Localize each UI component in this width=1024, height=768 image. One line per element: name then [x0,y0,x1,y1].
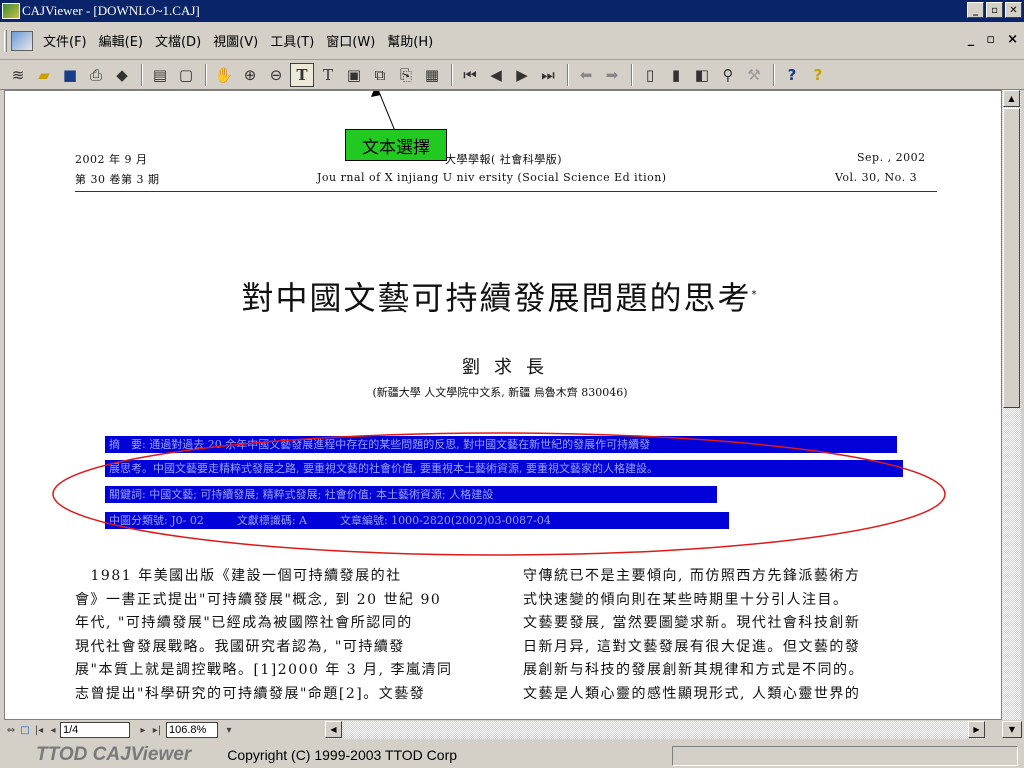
scroll-left-button[interactable]: ◀ [325,721,342,738]
toolbar: ≋ ▰ ■ ⎙ ◆ ▤ ▢ ✋ ⊕ ⊖ T T ▣ ⧉ ⎘ ▦ ⏮ ◀ ▶ ⏭ … [0,60,1024,90]
next-page-icon[interactable]: ▸ [136,725,150,736]
body-line: 展"本質上就是調控戰略。[1]2000 年 3 月, 李嵐清同 [75,662,453,678]
close-button[interactable]: ✕ [1005,2,1022,18]
body-column-right: 守傳統已不是主要傾向, 而仿照西方先鋒派藝術方 式快速變的傾向則在某些時期里十分… [523,565,864,706]
page-number-field[interactable]: 1/4 [60,722,130,738]
toolbar-separator [205,63,207,86]
status-panel [672,746,1018,766]
hand-icon[interactable]: ✋ [212,63,236,87]
vertical-scroll-thumb[interactable] [1003,108,1020,408]
print-icon[interactable]: ⎙ [84,63,108,87]
toolbar-separator [773,63,775,86]
body-line: 文藝要發展, 當然要圖變求新。現代社會科技創新 [523,615,861,631]
doc-close-button[interactable]: × [1007,32,1018,47]
zoom-field[interactable]: 106.8% [166,722,218,738]
doc-minimize-button[interactable]: _ [968,32,975,47]
body-column-left: 1981 年美國出版《建設一個可持續發展的社 會》一書正式提出"可持續發展"概念… [75,565,453,706]
last-page-icon[interactable]: ⏭ [536,63,560,87]
copy-icon[interactable]: ⧉ [368,63,392,87]
properties-icon[interactable]: ▦ [420,63,444,87]
first-page-icon[interactable]: ⏮ [458,63,482,87]
toc-icon[interactable]: ▤ [148,63,172,87]
tools-icon[interactable]: ⚒ [742,63,766,87]
menu-bar: 文件(F) 編輯(E) 文檔(D) 視圖(V) 工具(T) 窗口(W) 幫助(H… [0,22,1024,60]
menu-grip [4,29,7,52]
image-select-icon[interactable]: ▣ [342,63,366,87]
document-viewport[interactable]: 2002 年 9 月 第 30 卷第 3 期 大學學報( 社會科學版) Jou … [4,90,1002,720]
menu-document[interactable]: 文檔(D) [149,31,207,50]
horizontal-scrollbar[interactable]: ◀ ▶ [325,721,985,739]
save-icon[interactable]: ■ [58,63,82,87]
open-icon[interactable]: ▰ [32,63,56,87]
page-view-icon[interactable]: □ [18,725,32,736]
body-line: 守傳統已不是主要傾向, 而仿照西方先鋒派藝術方 [523,568,861,584]
snapshot-icon[interactable]: ⎘ [394,63,418,87]
context-help-icon[interactable]: ? [806,63,830,87]
send-icon[interactable]: ◆ [110,63,134,87]
zoom-dropdown-icon[interactable]: ▾ [222,725,236,736]
document-icon[interactable] [11,30,33,51]
scroll-up-button[interactable]: ▲ [1003,90,1020,107]
find-icon[interactable]: ⚲ [716,63,740,87]
facing-page-icon[interactable]: ◧ [690,63,714,87]
zoom-in-icon[interactable]: ⊕ [238,63,262,87]
brand-label: TTOD CAJViewer [36,744,192,765]
single-page-icon[interactable]: ▯ [638,63,662,87]
vertical-scrollbar[interactable]: ▲ [1002,90,1021,720]
menu-help[interactable]: 幫助(H) [381,31,439,50]
menu-file[interactable]: 文件(F) [37,31,93,50]
menu-view[interactable]: 視圖(V) [207,31,264,50]
toolbar-separator [141,63,143,86]
menu-window[interactable]: 窗口(W) [320,31,381,50]
text-select-tooltip: 文本選擇 [345,129,447,161]
window-title: CAJViewer - [DOWNLO~1.CAJ] [22,3,200,18]
body-line: 現代社會發展戰略。我國研究者認為, "可持續發 [75,638,405,655]
scroll-right-button[interactable]: ▶ [968,721,985,738]
minimize-button[interactable]: _ [967,2,984,18]
text-select-icon[interactable]: T [290,62,314,87]
first-page-icon[interactable]: |◂ [32,725,46,736]
toolbar-separator [631,63,633,86]
forward-icon[interactable]: ➡ [600,63,624,87]
help-icon[interactable]: ? [780,63,804,87]
cajviewer-window: CAJViewer - [DOWNLO~1.CAJ] _ ▫ ✕ 文件(F) 編… [0,0,1024,768]
back-icon[interactable]: ⬅ [574,63,598,87]
title-bar[interactable]: CAJViewer - [DOWNLO~1.CAJ] _ ▫ ✕ [0,0,1024,22]
body-line: 式快速變的傾向則在某些時期里十分引人注目。 [523,591,849,608]
body-line: 日新月异, 這對文藝發展有很大促進。但文藝的發 [523,638,861,655]
toolbar-separator [567,63,569,86]
body-line: 年代, "可持續發展"已經成為被國際社會所認同的 [75,615,413,631]
doc-restore-button[interactable]: ▫ [986,32,995,47]
document-page: 2002 年 9 月 第 30 卷第 3 期 大學學報( 社會科學版) Jou … [5,91,1001,719]
continuous-page-icon[interactable]: ▮ [664,63,688,87]
split-icon[interactable]: ⇔ [4,725,18,736]
body-line: 1981 年美國出版《建設一個可持續發展的社 [75,568,402,584]
prev-page-icon[interactable]: ◀ [484,63,508,87]
copyright-text: Copyright (C) 1999-2003 TTOD Corp [227,747,458,763]
fullscreen-icon[interactable]: ▢ [174,63,198,87]
zoom-out-icon[interactable]: ⊖ [264,63,288,87]
maximize-button[interactable]: ▫ [986,2,1003,18]
menu-edit[interactable]: 編輯(E) [93,31,149,50]
body-line: 文藝是人類心靈的感性顯現形式, 人類心靈世界的 [523,685,861,702]
toolbar-separator [451,63,453,86]
last-page-icon[interactable]: ▸| [150,725,164,736]
prev-page-icon[interactable]: ◂ [46,725,60,736]
next-page-icon[interactable]: ▶ [510,63,534,87]
grip-icon: ≋ [11,65,25,84]
body-line: 志曾提出"科學研究的可持續發展"命題[2]。文藝發 [75,685,426,702]
text-box-icon[interactable]: T [316,63,340,87]
body-line: 展創新与科技的發展創新其規律和方式是不同的。 [523,662,864,678]
balloon-pointer [378,91,396,132]
menu-tools[interactable]: 工具(T) [264,31,320,50]
app-icon [2,3,20,19]
scroll-down-button[interactable]: ▼ [1002,721,1022,738]
body-line: 會》一書正式提出"可持續發展"概念, 到 20 世紀 90 [75,591,442,608]
